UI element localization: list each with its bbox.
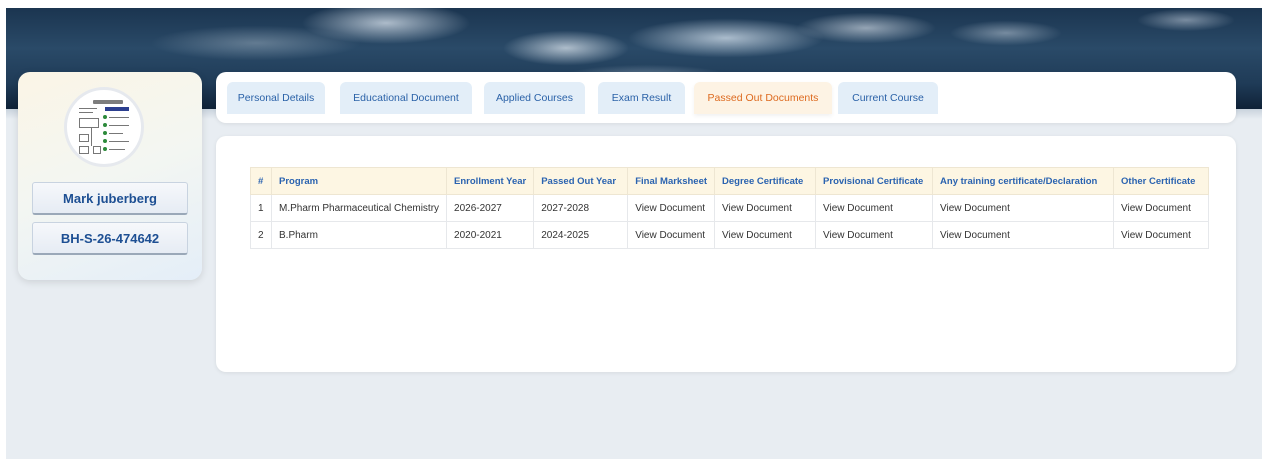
student-name: Mark juberberg <box>32 182 188 215</box>
view-provisional-certificate-link[interactable]: View Document <box>815 194 934 222</box>
tab-exam-result[interactable]: Exam Result <box>598 82 685 114</box>
view-degree-certificate-link[interactable]: View Document <box>714 194 817 222</box>
passed-out-year-cell: 2024-2025 <box>533 221 629 249</box>
tab-educational-document[interactable]: Educational Document <box>340 82 472 114</box>
column-header: Provisional Certificate <box>815 167 934 195</box>
page-container: Mark juberberg BH-S-26-474642 Personal D… <box>6 8 1262 459</box>
tab-current-course[interactable]: Current Course <box>838 82 938 114</box>
enrollment-year-cell: 2020-2021 <box>446 221 535 249</box>
top-strip <box>6 0 1262 8</box>
view-training-certificate-link[interactable]: View Document <box>932 221 1115 249</box>
view-provisional-certificate-link[interactable]: View Document <box>815 221 934 249</box>
column-header: Any training certificate/Declaration <box>932 167 1115 195</box>
program-cell: M.Pharm Pharmaceutical Chemistry <box>270 194 448 222</box>
passed-out-year-cell: 2027-2028 <box>533 194 629 222</box>
column-header: Degree Certificate <box>714 167 817 195</box>
program-cell: B.Pharm <box>270 221 448 249</box>
column-header: Other Certificate <box>1113 167 1210 195</box>
column-header: Program <box>270 167 448 195</box>
column-header: Passed Out Year <box>533 167 629 195</box>
profile-card: Mark juberberg BH-S-26-474642 <box>18 72 202 280</box>
student-id: BH-S-26-474642 <box>32 222 188 255</box>
column-header: Enrollment Year <box>446 167 535 195</box>
view-final-marksheet-link[interactable]: View Document <box>627 194 716 222</box>
passed-out-documents-table: # Program Enrollment Year Passed Out Yea… <box>250 167 1210 249</box>
avatar-document-image <box>77 98 133 158</box>
enrollment-year-cell: 2026-2027 <box>446 194 535 222</box>
table-row: 1 M.Pharm Pharmaceutical Chemistry 2026-… <box>250 194 1210 222</box>
tab-applied-courses[interactable]: Applied Courses <box>484 82 585 114</box>
view-other-certificate-link[interactable]: View Document <box>1113 221 1210 249</box>
row-number: 1 <box>250 194 272 222</box>
view-other-certificate-link[interactable]: View Document <box>1113 194 1210 222</box>
avatar <box>64 87 144 167</box>
tab-personal-details[interactable]: Personal Details <box>227 82 325 114</box>
view-final-marksheet-link[interactable]: View Document <box>627 221 716 249</box>
passed-out-documents-panel: # Program Enrollment Year Passed Out Yea… <box>216 136 1236 372</box>
view-training-certificate-link[interactable]: View Document <box>932 194 1115 222</box>
column-header: Final Marksheet <box>627 167 716 195</box>
tab-passed-out-documents[interactable]: Passed Out Documents <box>694 82 832 114</box>
table-header-row: # Program Enrollment Year Passed Out Yea… <box>250 167 1210 195</box>
column-header: # <box>250 167 272 195</box>
table-row: 2 B.Pharm 2020-2021 2024-2025 View Docum… <box>250 221 1210 249</box>
row-number: 2 <box>250 221 272 249</box>
tab-bar: Personal Details Educational Document Ap… <box>216 72 1236 123</box>
view-degree-certificate-link[interactable]: View Document <box>714 221 817 249</box>
